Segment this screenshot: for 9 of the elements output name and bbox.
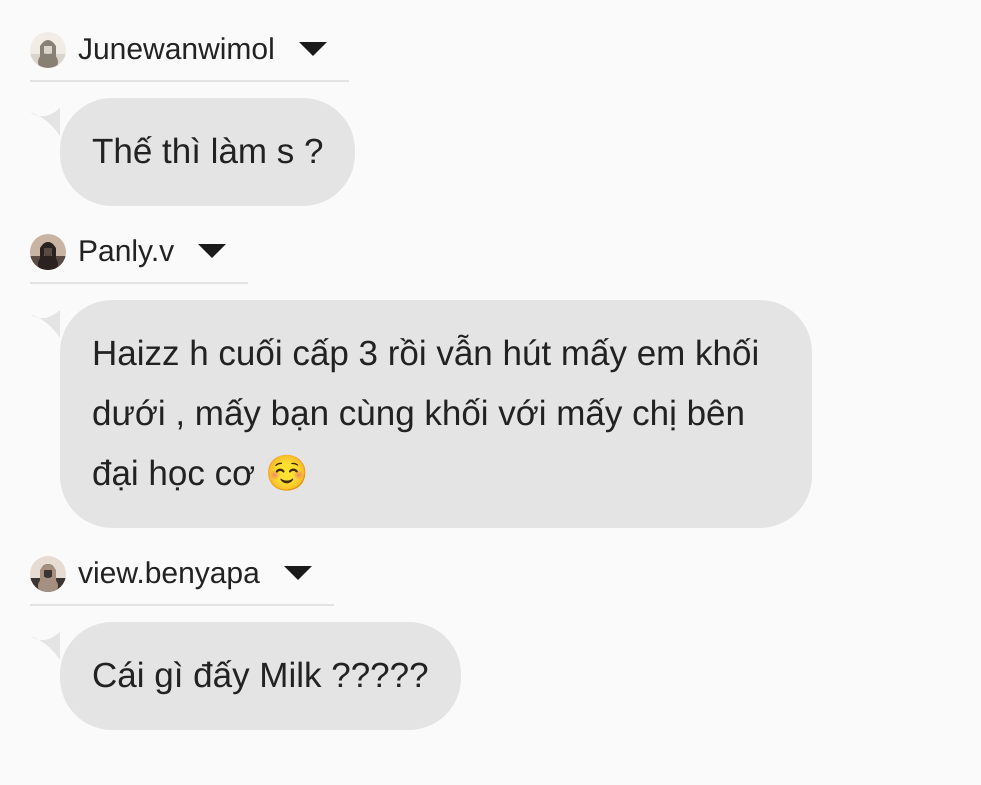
caret-icon[interactable] xyxy=(284,566,312,582)
message-bubble: Thế thì làm s ? xyxy=(60,98,356,206)
sender-name: view.benyapa xyxy=(78,556,260,592)
sender-name: Panly.v xyxy=(78,234,174,270)
sender-name: Junewanwimol xyxy=(78,32,275,68)
message-bubble: Cái gì đấy Milk ????? xyxy=(60,622,461,730)
caret-icon[interactable] xyxy=(298,42,327,58)
message-bubble: Haizz h cuối cấp 3 rồi vẫn hút mấy em khối dưới , mấy bạn cùng khối với mấy chị bên đại học cơ ☺ xyxy=(60,300,812,528)
caret-icon[interactable] xyxy=(198,244,226,260)
